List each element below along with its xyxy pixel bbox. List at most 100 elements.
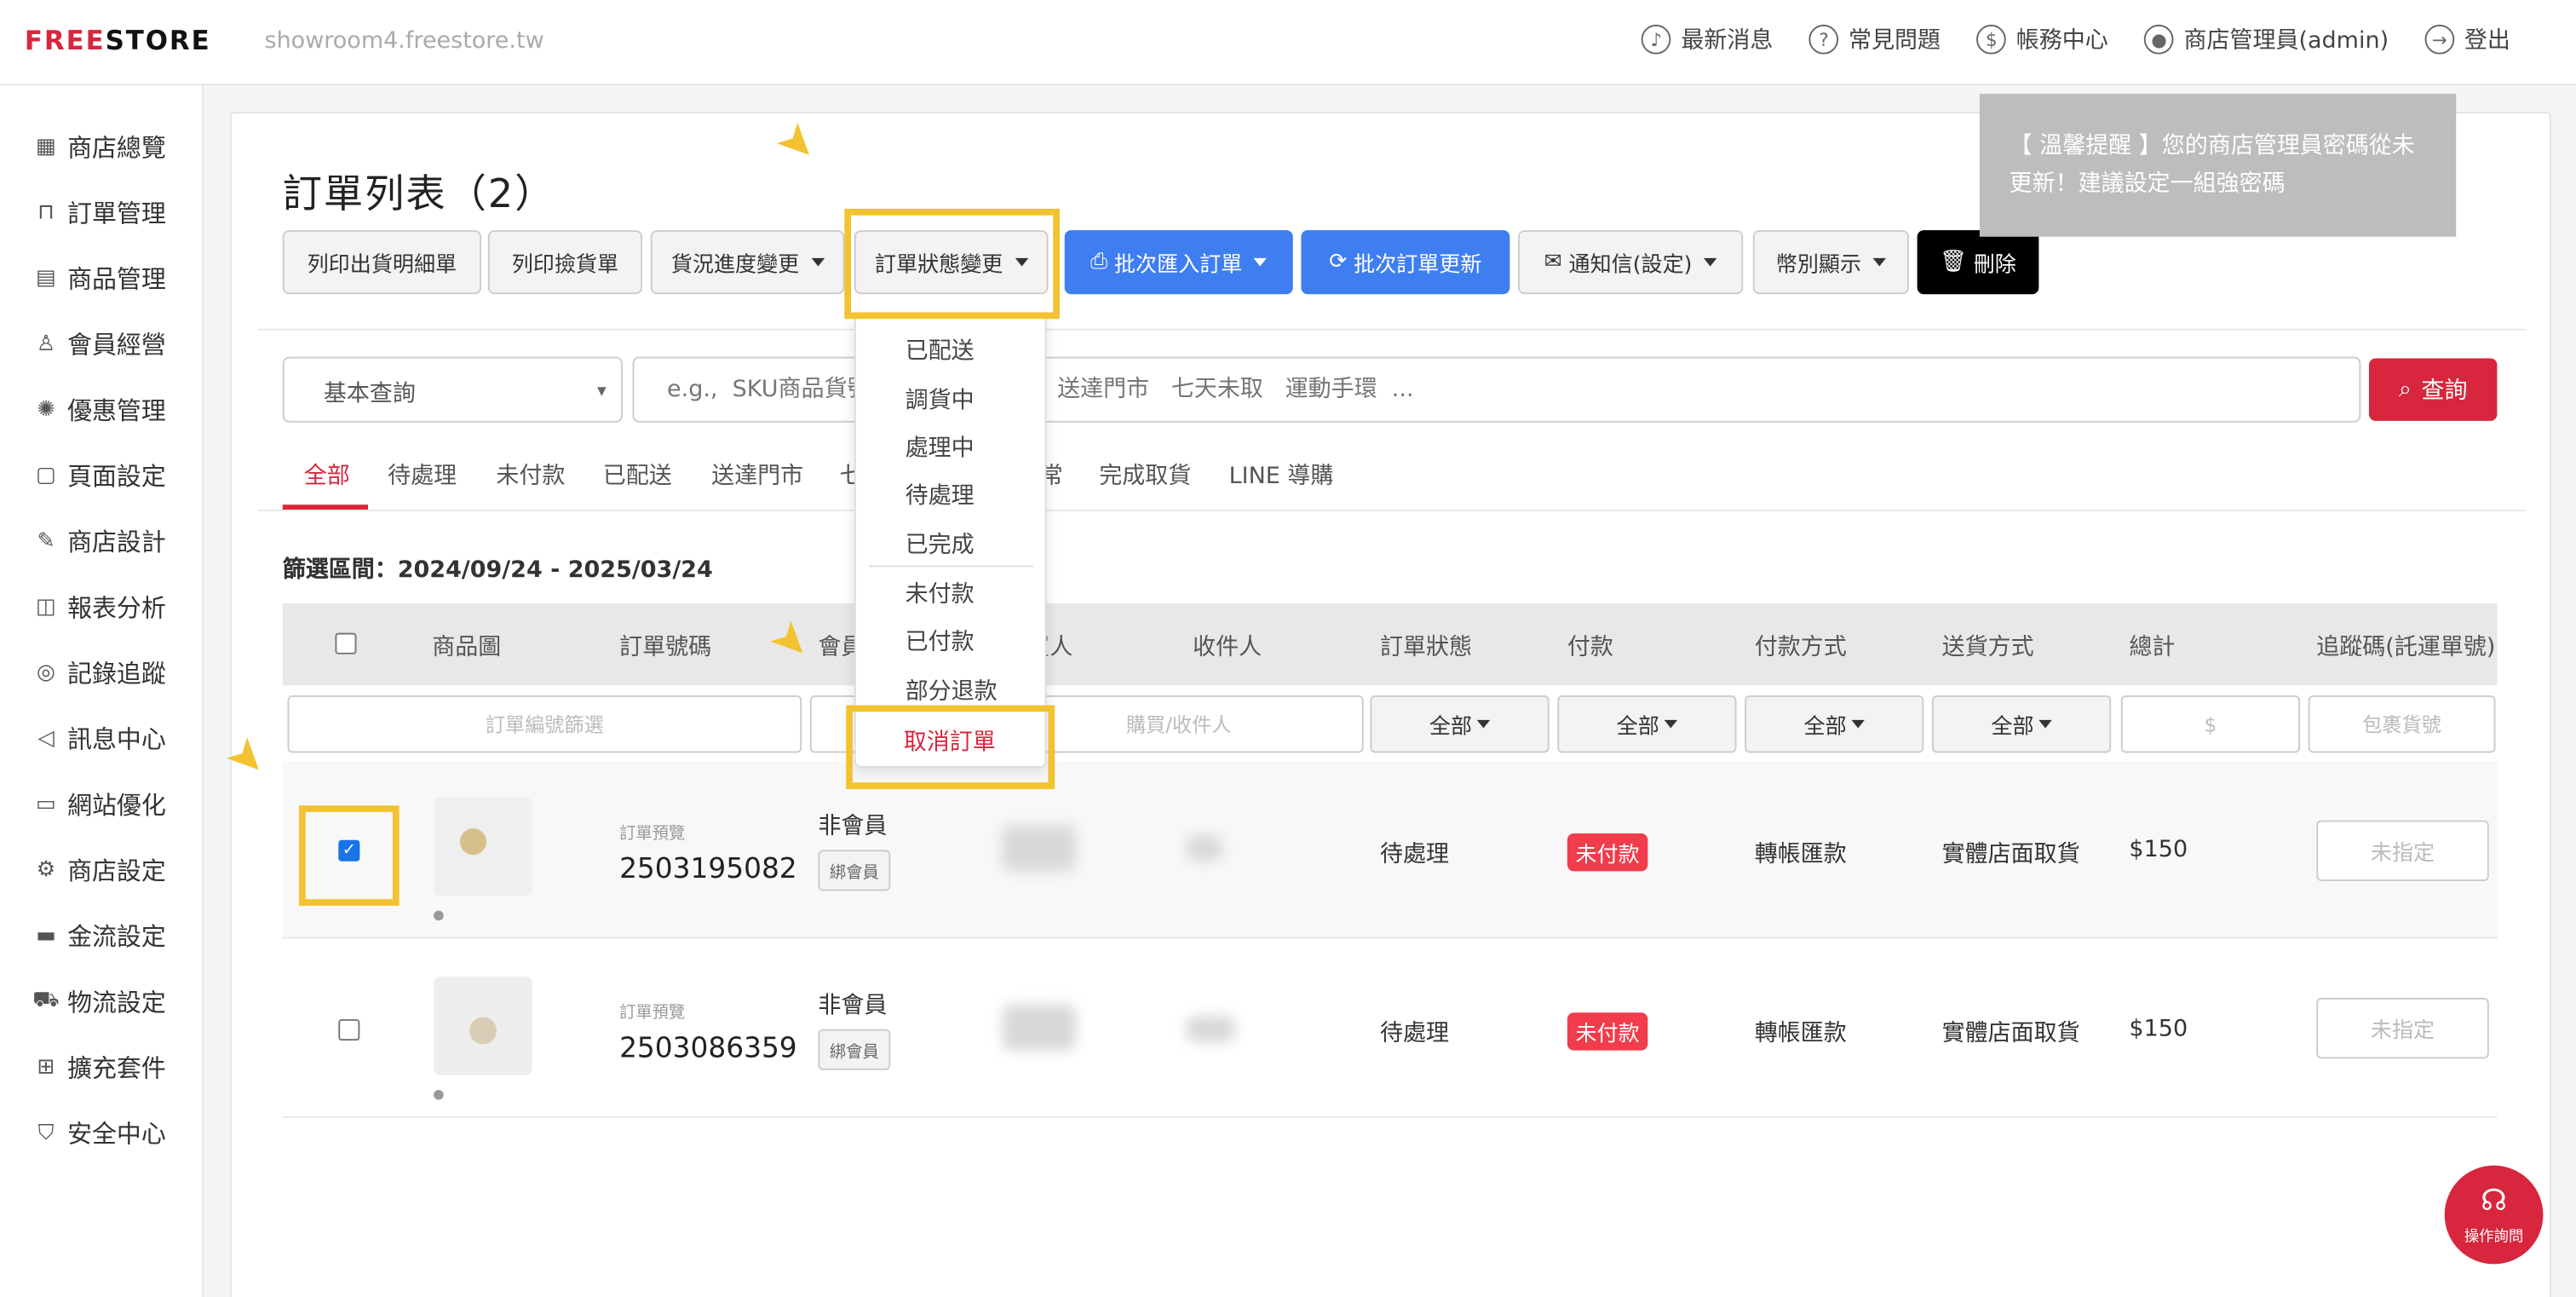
sidebar-item-seo[interactable]: ▭ 網站優化 [33,787,166,822]
product-image[interactable] [434,797,532,896]
print-picking-button[interactable]: 列印撿貨單 [487,230,643,295]
order-preview-label[interactable]: 訂單預覽 [619,819,685,843]
divider [257,509,2526,511]
sidebar-item-overview[interactable]: ▦ 商店總覽 [33,130,166,164]
header-status: 訂單狀態 [1379,634,1472,661]
header-total: 總計 [2129,634,2176,661]
chart-icon: ◫ [36,595,56,620]
tracking-assign-button[interactable]: 未指定 [2316,820,2489,881]
query-button[interactable]: ⌕ 查詢 [2368,358,2498,421]
order-status: 待處理 [1379,841,1449,868]
sidebar-item-products[interactable]: ▤ 商品管理 [33,262,166,297]
total-filter[interactable]: $ [2120,695,2300,753]
status-option-pending[interactable]: 待處理 [906,478,975,511]
sidebar-item-tracking[interactable]: ◎ 記錄追蹤 [33,656,166,691]
select-all-checkbox[interactable] [335,632,357,654]
status-option-shipped[interactable]: 已配送 [906,334,975,367]
sidebar-item-extensions[interactable]: ⊞ 擴充套件 [33,1051,166,1086]
notify-button[interactable]: ✉ 通知信(設定) [1517,230,1744,295]
order-number[interactable]: 2503195082 [619,853,797,886]
search-icon: ⌕ [2398,376,2412,403]
sidebar-item-settings[interactable]: ⚙ 商店設定 [33,853,166,888]
payment-filter[interactable]: 全部 [1557,695,1737,753]
batch-import-button[interactable]: ⎙ 批次匯入訂單 [1064,230,1293,295]
highlight-row-checkbox [298,805,400,906]
caret-down-icon [1703,257,1717,267]
sidebar-item-reports[interactable]: ◫ 報表分析 [33,591,166,625]
tracking-assign-button[interactable]: 未指定 [2316,997,2489,1059]
print-shipping-button[interactable]: 列印出貨明細單 [282,230,482,295]
status-filter[interactable]: 全部 [1370,695,1550,753]
discount-icon: ✺ [37,397,55,423]
sidebar-item-orders[interactable]: ⊓ 訂單管理 [33,196,166,231]
receiver-blurred [1186,1016,1236,1042]
shipping-progress-button[interactable]: 貨況進度變更 [650,230,845,295]
clipboard-icon: ▤ [36,266,56,291]
order-preview-label[interactable]: 訂單預覽 [619,998,685,1023]
monitor-icon: ▭ [36,792,56,817]
status-option-transferring[interactable]: 調貨中 [906,383,975,416]
tab-unpaid[interactable]: 未付款 [496,458,565,492]
ship-method-filter[interactable]: 全部 [1931,695,2112,753]
mail-icon: ✉ [1544,250,1562,275]
person-icon: ♙ [36,331,56,357]
tab-picked-up[interactable]: 完成取貨 [1099,458,1191,492]
page-icon: ▢ [36,463,56,488]
nav-logout[interactable]: → 登出 [2424,23,2510,56]
sidebar-item-payment[interactable]: ▬ 金流設定 [33,919,166,954]
tab-pending[interactable]: 待處理 [388,458,457,492]
order-no-filter[interactable]: 訂單編號篩選 [287,695,802,753]
nav-news[interactable]: ♪ 最新消息 [1642,23,1773,56]
pay-method: 轉帳匯款 [1754,1020,1847,1047]
status-option-unpaid[interactable]: 未付款 [906,577,975,610]
query-type-select[interactable]: 基本查詢 ▾ [282,356,623,423]
header-order-no: 訂單號碼 [619,634,712,661]
sidebar-item-members[interactable]: ♙ 會員經營 [33,327,166,362]
delete-button[interactable]: 🗑 刪除 [1917,230,2039,295]
tracking-filter[interactable]: 包裹貨號 [2308,695,2496,753]
status-option-paid[interactable]: 已付款 [906,625,975,658]
freestore-logo[interactable]: FREESTORE [25,25,211,56]
store-domain[interactable]: showroom4.freestore.tw [264,28,543,55]
tab-shipped[interactable]: 已配送 [603,458,672,492]
tab-line[interactable]: LINE 導購 [1229,458,1334,492]
currency-button[interactable]: 幣別顯示 [1752,230,1909,295]
header-image: 商品圖 [432,634,502,661]
bind-member-button[interactable]: 綁會員 [818,850,891,891]
help-chat-button[interactable]: ☊ 操作詢問 [2444,1165,2544,1265]
tab-arrived[interactable]: 送達門市 [711,458,803,492]
sidebar-item-discounts[interactable]: ✺ 優惠管理 [33,393,166,428]
shield-icon: ⛉ [37,1121,55,1146]
chevron-down-icon: ▾ [596,379,607,401]
sidebar-item-pages[interactable]: ▢ 頁面設定 [33,458,166,493]
pay-method: 轉帳匯款 [1754,841,1847,868]
nav-admin[interactable]: ● 商店管理員(admin) [2144,23,2389,56]
user-icon: ● [2144,24,2174,55]
buyer-blurred [1002,825,1077,872]
order-status-dropdown: 已配送 調貨中 處理中 待處理 已完成 未付款 已付款 部分退款 取消訂單 [854,314,1047,768]
status-option-partial-refund[interactable]: 部分退款 [906,674,998,707]
buyer-blurred [1002,1004,1077,1051]
payment-badge: 未付款 [1567,1012,1648,1051]
sidebar-item-messages[interactable]: ◁ 訊息中心 [33,722,166,757]
sidebar-item-security[interactable]: ⛉ 安全中心 [33,1116,166,1151]
password-reminder-toast: 【 溫馨提醒 】您的商店管理員密碼從未更新！建議設定一組強密碼 [1979,93,2457,237]
nav-billing[interactable]: $ 帳務中心 [1976,23,2108,56]
logout-icon: → [2424,24,2455,55]
nav-faq[interactable]: ? 常見問題 [1808,23,1941,56]
caret-down-icon [1664,719,1678,729]
sidebar-item-design[interactable]: ✎ 商店設計 [33,524,166,559]
receiver-blurred [1186,834,1222,862]
row-checkbox[interactable] [338,1018,360,1041]
bind-member-button[interactable]: 綁會員 [818,1029,891,1070]
pay-method-filter[interactable]: 全部 [1745,695,1924,753]
batch-update-button[interactable]: ⟳ 批次訂單更新 [1301,230,1510,295]
order-number[interactable]: 2503086359 [619,1032,797,1065]
status-option-completed[interactable]: 已完成 [906,527,975,561]
product-image[interactable] [434,976,532,1075]
page-title: 訂單列表（2） [282,170,556,217]
status-option-processing[interactable]: 處理中 [906,430,975,464]
tab-all[interactable]: 全部 [304,458,350,492]
sidebar-item-logistics[interactable]: ⛟ 物流設定 [32,984,166,1019]
refresh-icon: ⟳ [1329,250,1348,275]
